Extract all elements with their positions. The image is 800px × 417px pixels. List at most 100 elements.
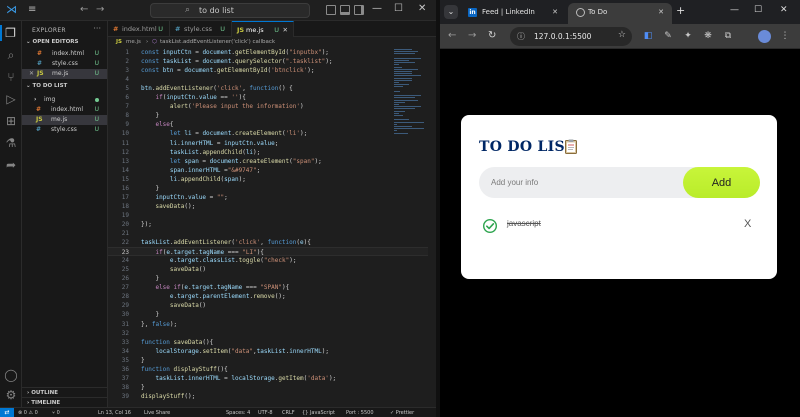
- code-line[interactable]: 21: [108, 229, 428, 238]
- toggle-panel-icon[interactable]: [340, 5, 350, 15]
- code-line[interactable]: 7 alert('Please input the information'): [108, 102, 428, 111]
- run-debug-icon[interactable]: ▷: [3, 91, 19, 107]
- code-line[interactable]: 36 function displayStuff(){: [108, 365, 428, 374]
- file-item[interactable]: # index.html U: [22, 105, 107, 115]
- open-editors-header[interactable]: ⌄ OPEN EDITORS: [26, 39, 79, 45]
- code-line[interactable]: 15 li.appendChild(span);: [108, 175, 428, 184]
- account-icon[interactable]: ◯: [3, 367, 19, 383]
- code-line[interactable]: 23 if(e.target.tagName === "LI"){: [108, 247, 428, 257]
- source-control-icon[interactable]: ⑂: [3, 69, 19, 85]
- breadcrumb-file[interactable]: me.js: [126, 37, 141, 47]
- open-editor-item[interactable]: ✕ JS me.js U: [22, 69, 107, 79]
- extension-settings-icon[interactable]: ❋: [703, 31, 713, 42]
- code-line[interactable]: 24 e.target.classList.toggle("check");: [108, 256, 428, 265]
- more-actions-icon[interactable]: ···: [93, 24, 101, 33]
- code-line[interactable]: 22 taskList.addEventListener('click', fun…: [108, 238, 428, 247]
- code-line[interactable]: 14 span.innerHTML ="&#9747";: [108, 166, 428, 175]
- code-line[interactable]: 20});: [108, 220, 428, 229]
- task-item[interactable]: javascript X: [479, 215, 760, 237]
- code-line[interactable]: 30 }: [108, 310, 428, 319]
- timeline-section[interactable]: › TIMELINE: [22, 397, 108, 407]
- site-info-icon[interactable]: ⓘ: [517, 31, 525, 42]
- settings-gear-icon[interactable]: ⚙: [3, 387, 19, 403]
- problems-count[interactable]: ⊗ 0 ⚠ 0: [18, 408, 38, 417]
- testing-icon[interactable]: ⚗: [3, 135, 19, 151]
- file-item[interactable]: # style.css U: [22, 125, 107, 135]
- menu-icon[interactable]: ≡: [28, 4, 36, 15]
- search-icon[interactable]: ⌕: [3, 47, 19, 63]
- code-line[interactable]: 17 inputCtn.value = "";: [108, 193, 428, 202]
- open-editor-item[interactable]: # index.html U: [22, 49, 107, 59]
- code-line[interactable]: 31}, false);: [108, 320, 428, 329]
- close-editor-icon[interactable]: ✕: [29, 69, 34, 79]
- live-share-icon[interactable]: ➦: [3, 157, 19, 173]
- code-line[interactable]: 13 let span = document.createElement("sp…: [108, 157, 428, 166]
- breadcrumb-symbol[interactable]: taskList.addEventListener('click') callb…: [160, 37, 275, 47]
- browser-close-button[interactable]: ✕: [780, 5, 788, 15]
- new-tab-button[interactable]: +: [676, 4, 685, 17]
- file-item[interactable]: JS me.js U: [22, 115, 107, 125]
- editor-tab[interactable]: # style.css U: [170, 21, 232, 37]
- code-line[interactable]: 4: [108, 75, 428, 84]
- cursor-position[interactable]: Ln 13, Col 16: [98, 408, 131, 417]
- extension-1-icon[interactable]: ◧: [643, 31, 653, 42]
- browser-menu-icon[interactable]: ⋮: [780, 31, 790, 42]
- code-line[interactable]: 6 if(inputCtn.value == ''){: [108, 93, 428, 102]
- ports-count[interactable]: ⑂ 0: [52, 408, 60, 417]
- checked-circle-icon[interactable]: [483, 219, 497, 233]
- url-text[interactable]: 127.0.0.1:5500: [534, 27, 591, 46]
- editor-tab[interactable]: # index.html U: [108, 21, 170, 37]
- code-line[interactable]: 28 e.target.parentElement.remove();: [108, 292, 428, 301]
- profile-avatar[interactable]: [758, 30, 771, 43]
- code-line[interactable]: 35}: [108, 356, 428, 365]
- project-folder-header[interactable]: ⌄ TO DO LIST: [26, 83, 67, 89]
- code-line[interactable]: 25 saveData(): [108, 265, 428, 274]
- code-line[interactable]: 1 const inputCtn = document.getElementByI…: [108, 48, 428, 57]
- code-line[interactable]: 32: [108, 329, 428, 338]
- code-line[interactable]: 8 }: [108, 111, 428, 120]
- address-bar[interactable]: ⓘ 127.0.0.1:5500 ☆: [510, 27, 632, 46]
- minimize-button[interactable]: —: [372, 3, 382, 14]
- code-line[interactable]: 12 taskList.appendChild(li);: [108, 148, 428, 157]
- maximize-button[interactable]: ☐: [394, 3, 403, 14]
- reload-icon[interactable]: ↻: [488, 30, 496, 41]
- back-icon[interactable]: ←: [448, 30, 456, 41]
- code-line[interactable]: 34 localStorage.setItem("data",taskList.…: [108, 347, 428, 356]
- toggle-sidebar-icon[interactable]: [326, 5, 336, 15]
- extension-star-icon[interactable]: ✦: [683, 31, 693, 42]
- language-mode[interactable]: {} JavaScript: [302, 408, 335, 417]
- code-line[interactable]: 11 li.innerHTML = inputCtn.value;: [108, 139, 428, 148]
- code-line[interactable]: 3 const btn = document.getElementById('bt…: [108, 66, 428, 75]
- encoding-status[interactable]: UTF-8: [258, 408, 273, 417]
- browser-minimize-button[interactable]: —: [730, 5, 739, 15]
- indentation-status[interactable]: Spaces: 4: [226, 408, 250, 417]
- code-line[interactable]: 18 saveData();: [108, 202, 428, 211]
- tab-close-icon[interactable]: ✕: [283, 22, 288, 38]
- browser-tab-todo[interactable]: To Do ✕: [568, 3, 672, 24]
- command-center-search[interactable]: ⌕ to do list: [150, 3, 310, 18]
- extensions-icon[interactable]: ⊞: [3, 113, 19, 129]
- code-line[interactable]: 27 else if(e.target.tagName === "SPAN"){: [108, 283, 428, 292]
- code-line[interactable]: 2 const taskList = document.querySelector…: [108, 57, 428, 66]
- extensions-puzzle-icon[interactable]: ⧉: [723, 31, 733, 42]
- code-line[interactable]: 16 }: [108, 184, 428, 193]
- tab-search-icon[interactable]: ⌄: [444, 5, 458, 19]
- add-button[interactable]: Add: [683, 167, 760, 198]
- tab-close-icon[interactable]: ✕: [552, 3, 558, 22]
- code-line[interactable]: 37 taskList.innerHTML = localStorage.get…: [108, 374, 428, 383]
- code-line[interactable]: 26 }: [108, 274, 428, 283]
- open-editor-item[interactable]: # style.css U: [22, 59, 107, 69]
- bookmark-star-icon[interactable]: ☆: [618, 30, 626, 40]
- folder-item[interactable]: › img: [22, 95, 107, 105]
- browser-maximize-button[interactable]: ☐: [754, 5, 762, 15]
- code-line[interactable]: 39 displayStuff();: [108, 392, 428, 401]
- editor-tab[interactable]: JS me.js U ✕: [232, 21, 294, 37]
- back-arrow-icon[interactable]: ←: [80, 4, 88, 15]
- code-line[interactable]: 38}: [108, 383, 428, 392]
- toggle-secondary-sidebar-icon[interactable]: [354, 5, 364, 15]
- explorer-icon[interactable]: ❐: [0, 25, 19, 41]
- live-server-port[interactable]: Port : 5500: [346, 408, 374, 417]
- browser-tab-linkedin[interactable]: in Feed | LinkedIn ✕: [462, 3, 566, 24]
- forward-arrow-icon[interactable]: →: [96, 4, 104, 15]
- tab-close-icon[interactable]: ✕: [658, 3, 664, 22]
